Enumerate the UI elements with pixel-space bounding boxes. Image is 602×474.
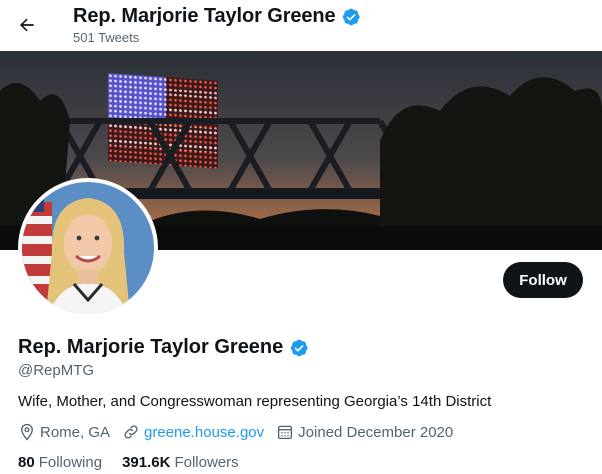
profile-stats: 80 Following 391.6K Followers [18, 454, 259, 471]
followers-count: 391.6K [122, 454, 171, 471]
header-title: Rep. Marjorie Taylor Greene [73, 5, 361, 28]
location-item: Rome, GA [18, 423, 110, 441]
tweet-count: 501 Tweets [73, 30, 140, 45]
profile-header: Rep. Marjorie Taylor Greene 501 Tweets [0, 0, 602, 50]
followers-label: Followers [174, 454, 239, 471]
profile-name: Rep. Marjorie Taylor Greene [18, 336, 284, 358]
profile-name-row: Rep. Marjorie Taylor Greene [18, 336, 309, 359]
header-name: Rep. Marjorie Taylor Greene [73, 5, 336, 27]
following-label: Following [38, 454, 103, 471]
profile-handle: @RepMTG [18, 362, 95, 379]
following-count: 80 [18, 454, 35, 471]
followers-stat[interactable]: 391.6K Followers [122, 454, 239, 471]
back-button[interactable] [10, 8, 44, 42]
verified-badge-icon [342, 8, 360, 25]
website-link[interactable]: greene.house.gov [144, 424, 264, 441]
follow-button[interactable]: Follow [503, 262, 583, 298]
following-stat[interactable]: 80 Following [18, 454, 102, 471]
joined-item: Joined December 2020 [276, 423, 453, 441]
arrow-left-icon [20, 18, 34, 32]
location-text: Rome, GA [40, 423, 111, 441]
profile-bio: Wife, Mother, and Congresswoman represen… [18, 393, 492, 410]
calendar-icon [278, 425, 293, 440]
verified-badge-icon [291, 339, 308, 356]
link-icon [124, 425, 138, 439]
profile-meta: Rome, GA greene.house.gov Joined Decembe… [18, 423, 465, 441]
website-item[interactable]: greene.house.gov [122, 423, 264, 441]
avatar-photo [22, 182, 154, 314]
location-pin-icon [21, 423, 33, 441]
joined-text: Joined December 2020 [298, 423, 454, 441]
profile-avatar[interactable] [18, 178, 158, 318]
